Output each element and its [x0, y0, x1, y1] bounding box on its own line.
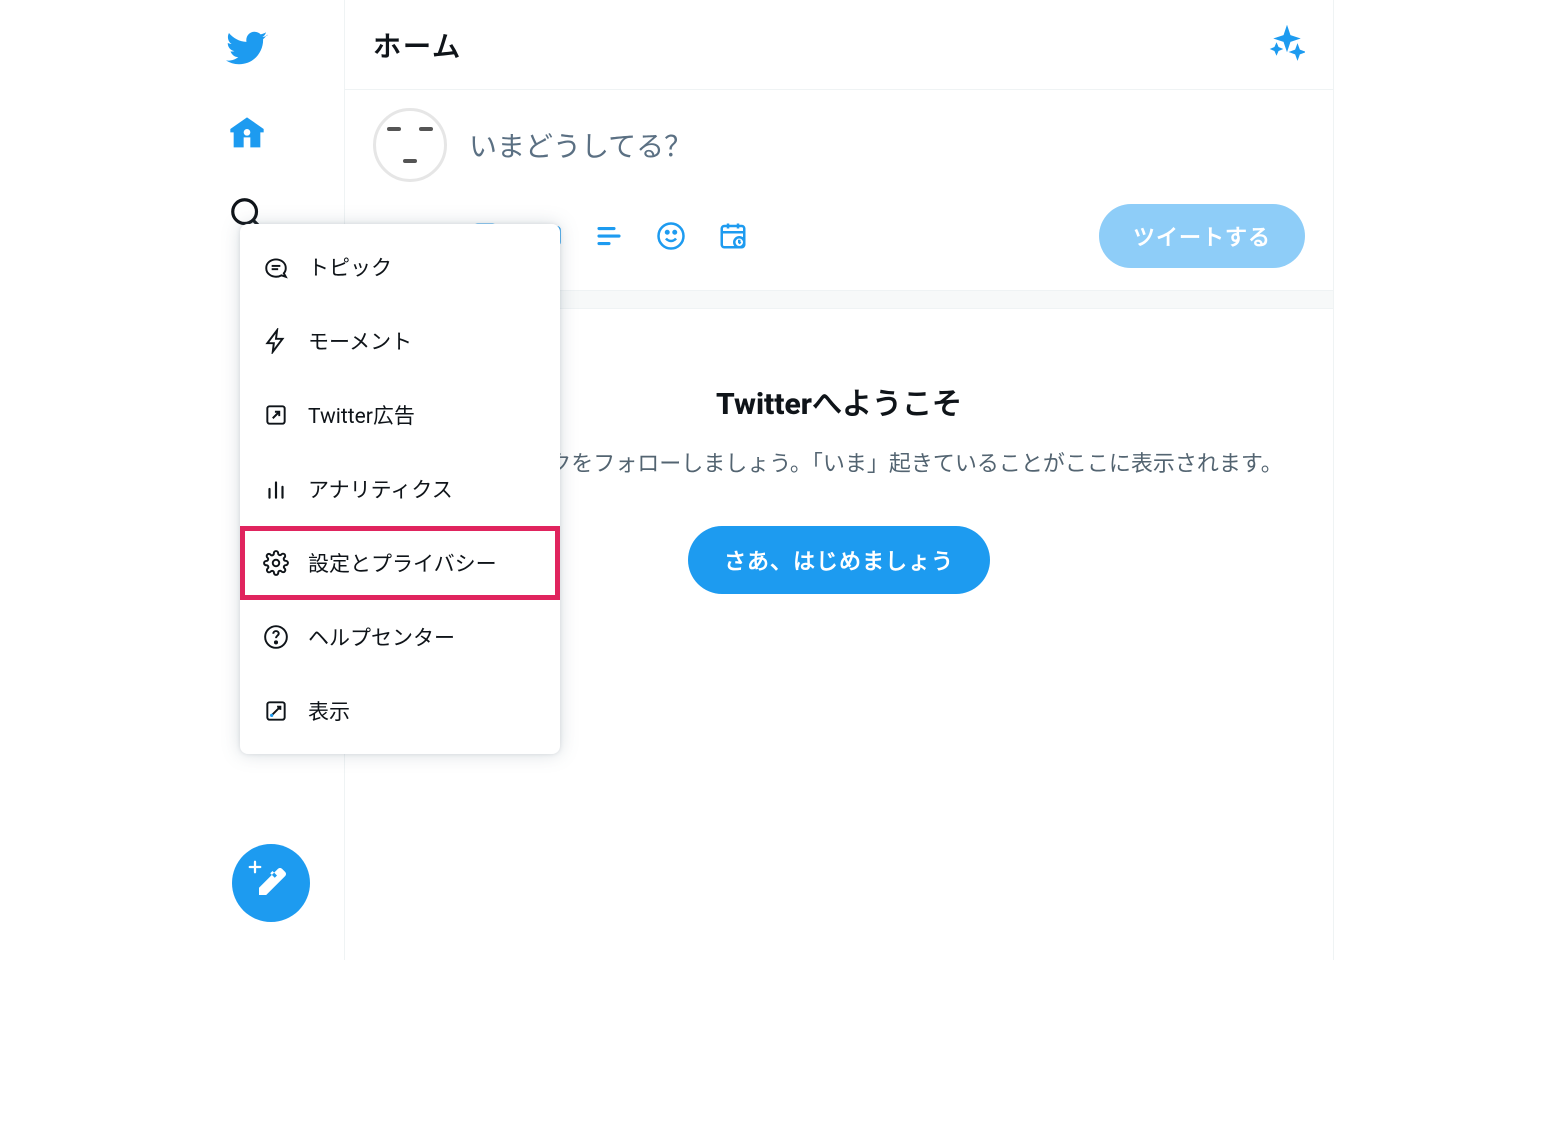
emoji-icon[interactable] — [655, 220, 687, 252]
menu-item-topics[interactable]: トピック — [240, 230, 560, 304]
menu-item-moments[interactable]: モーメント — [240, 304, 560, 378]
lightning-icon — [262, 327, 290, 355]
menu-item-display[interactable]: 表示 — [240, 674, 560, 748]
page-title: ホーム — [373, 25, 462, 65]
more-menu: トピック モーメント Twitter広告 アナリティクス 設定とプライバシー — [240, 224, 560, 754]
menu-item-settings-privacy[interactable]: 設定とプライバシー — [240, 526, 560, 600]
menu-item-label: トピック — [308, 252, 392, 282]
get-started-button[interactable]: さあ、はじめましょう — [688, 526, 990, 594]
menu-item-help[interactable]: ヘルプセンター — [240, 600, 560, 674]
twitter-logo-icon[interactable] — [219, 20, 275, 76]
home-icon[interactable] — [219, 106, 275, 162]
gear-icon — [262, 549, 290, 577]
menu-item-label: ヘルプセンター — [308, 622, 455, 652]
compose-tweet-button[interactable] — [232, 844, 310, 922]
menu-item-label: 表示 — [308, 696, 350, 726]
display-icon — [262, 697, 290, 725]
schedule-icon[interactable] — [717, 220, 749, 252]
menu-item-analytics[interactable]: アナリティクス — [240, 452, 560, 526]
tweet-button[interactable]: ツイートする — [1099, 204, 1305, 268]
avatar[interactable] — [373, 108, 447, 182]
menu-item-label: アナリティクス — [308, 474, 453, 504]
menu-item-ads[interactable]: Twitter広告 — [240, 378, 560, 452]
sparkle-icon[interactable] — [1269, 25, 1305, 65]
help-icon — [262, 623, 290, 651]
compose-input[interactable]: いまどうしてる？ — [469, 125, 692, 165]
header: ホーム — [345, 0, 1333, 90]
poll-icon[interactable] — [593, 220, 625, 252]
topic-icon — [262, 253, 290, 281]
menu-item-label: モーメント — [308, 326, 412, 356]
external-icon — [262, 401, 290, 429]
menu-item-label: Twitter広告 — [308, 400, 415, 430]
menu-item-label: 設定とプライバシー — [308, 548, 497, 578]
chart-icon — [262, 475, 290, 503]
